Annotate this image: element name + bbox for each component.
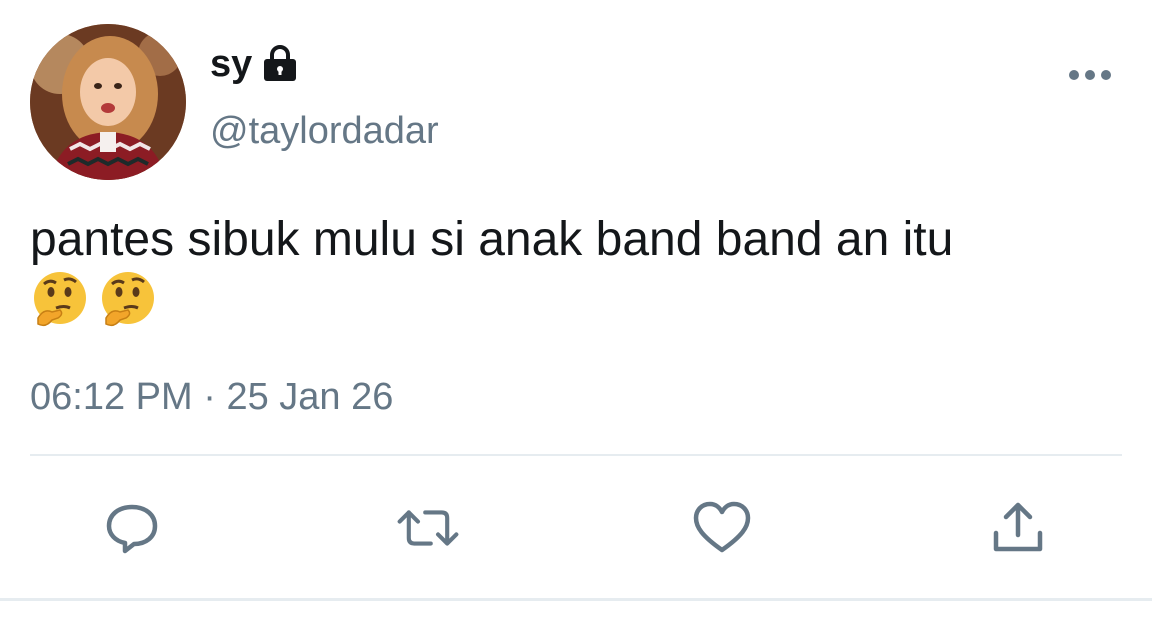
share-icon (993, 502, 1043, 552)
reply-icon (106, 504, 158, 554)
thinking-face-icon (98, 270, 158, 330)
lock-icon (260, 44, 300, 84)
reply-button[interactable] (100, 496, 164, 560)
meta-separator: · (203, 376, 216, 418)
tweet-date: 25 Jan 26 (226, 376, 394, 418)
tweet-text: pantes sibuk mulu si anak band band an i… (30, 213, 954, 266)
emoji-row (30, 270, 158, 330)
tweet-timestamp[interactable]: 06:12 PM · 25 Jan 26 (30, 378, 393, 416)
display-name-row: sy (210, 44, 300, 84)
like-icon (693, 501, 751, 553)
tweet-time: 06:12 PM (30, 376, 193, 418)
avatar-image (30, 24, 186, 180)
share-button[interactable] (986, 496, 1050, 560)
tweet-card: sy @taylordadar pantes sibuk mulu si ana… (0, 0, 1152, 618)
action-bar (0, 496, 1152, 560)
more-horizontal-icon (1069, 70, 1111, 80)
like-button[interactable] (690, 496, 754, 560)
divider (30, 454, 1122, 456)
more-options-button[interactable] (1062, 60, 1118, 90)
thinking-face-icon (30, 270, 90, 330)
retweet-button[interactable] (396, 496, 460, 560)
display-name[interactable]: sy (210, 45, 252, 83)
avatar[interactable] (30, 24, 186, 180)
user-handle[interactable]: @taylordadar (210, 112, 439, 150)
retweet-icon (397, 510, 459, 546)
divider (0, 598, 1152, 601)
